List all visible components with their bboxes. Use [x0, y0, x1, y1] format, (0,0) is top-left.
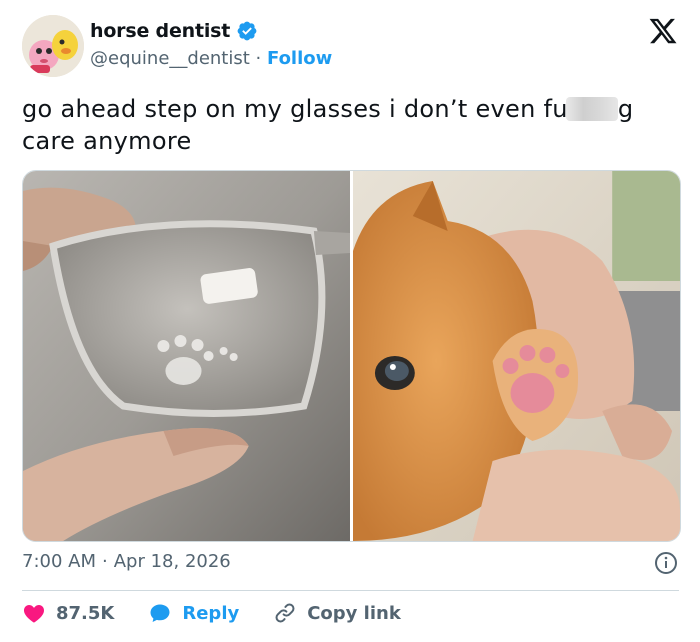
reply-button[interactable]: Reply — [148, 601, 239, 625]
tweet-card: horse dentist @equine__dentist · Follow … — [0, 0, 700, 642]
copy-link-label: Copy link — [307, 602, 401, 624]
reply-label: Reply — [182, 602, 240, 624]
media-grid — [22, 170, 681, 542]
kitten-photo[interactable] — [353, 171, 680, 541]
divider — [22, 590, 679, 591]
glasses-photo[interactable] — [23, 171, 350, 541]
censor-blur — [565, 97, 618, 121]
avatar[interactable] — [22, 15, 84, 77]
tweet-timestamp[interactable]: 7:00 AM · Apr 18, 2026 — [22, 551, 231, 572]
tweet-text-part-2: g — [617, 95, 634, 123]
tweet-date: Apr 18, 2026 — [113, 551, 231, 572]
tweet-time: 7:00 AM — [22, 551, 96, 572]
verified-badge-icon — [236, 20, 258, 42]
x-logo-icon[interactable] — [648, 16, 678, 46]
heart-icon — [23, 605, 45, 623]
tweet-text-part-1: go ahead step on my glasses i don’t even… — [22, 95, 568, 123]
follow-button[interactable]: Follow — [267, 48, 332, 69]
handle-separator: · — [255, 48, 262, 69]
info-icon[interactable] — [654, 551, 678, 575]
like-count: 87.5K — [56, 602, 115, 624]
tweet-text: go ahead step on my glasses i don’t even… — [22, 93, 682, 157]
handle-row: @equine__dentist · Follow — [90, 48, 332, 69]
copy-link-button[interactable]: Copy link — [273, 601, 401, 625]
author-handle[interactable]: @equine__dentist — [90, 48, 250, 69]
author-display-name[interactable]: horse dentist — [90, 20, 230, 42]
author-name-row: horse dentist — [90, 20, 258, 42]
action-bar: 87.5K Reply Copy link — [22, 601, 435, 625]
reply-bubble-icon — [150, 604, 170, 622]
tweet-text-line-2: care anymore — [22, 127, 192, 155]
link-icon — [275, 603, 295, 623]
meta-separator: · — [102, 551, 108, 572]
like-button[interactable]: 87.5K — [22, 601, 114, 625]
